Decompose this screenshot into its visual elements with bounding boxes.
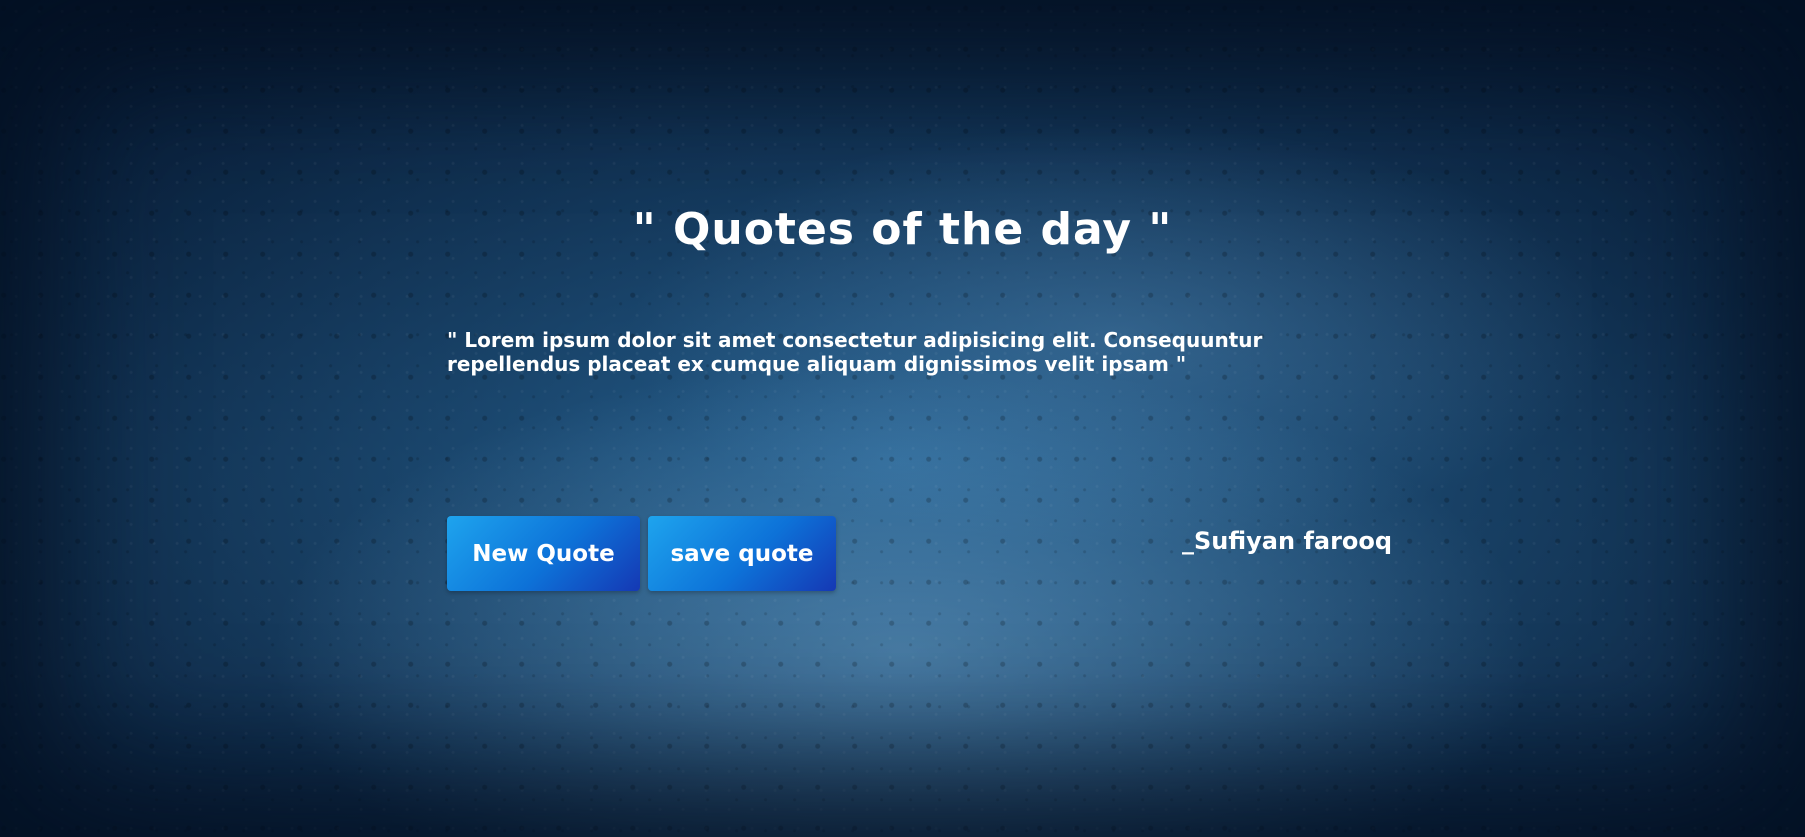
quote-text: " Lorem ipsum dolor sit amet consectetur…	[447, 328, 1263, 376]
page-title: " Quotes of the day "	[632, 204, 1173, 255]
quote-author: _Sufiyan farooq	[1182, 527, 1393, 555]
background-texture	[0, 0, 1805, 837]
button-group: New Quote save quote	[447, 516, 836, 591]
new-quote-button[interactable]: New Quote	[447, 516, 640, 591]
save-quote-button[interactable]: save quote	[648, 516, 836, 591]
background-vignette	[0, 0, 1805, 837]
